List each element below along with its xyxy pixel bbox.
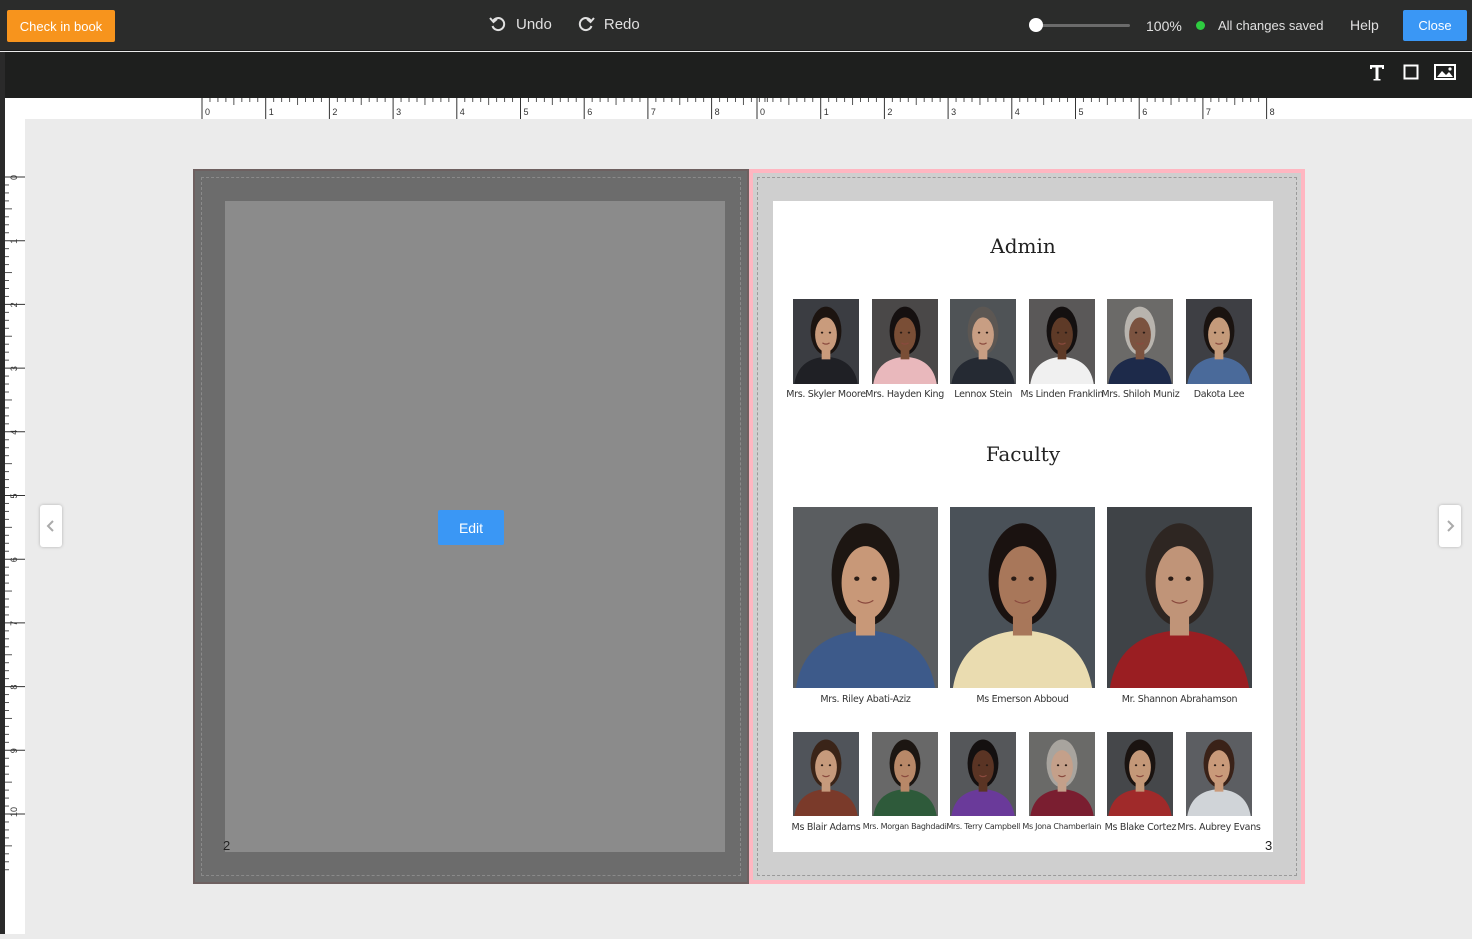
faculty-portrait-photo[interactable] [793, 732, 859, 816]
ruler-label: 1 [824, 107, 829, 117]
ruler-label: 5 [524, 107, 529, 117]
faculty-portrait-caption[interactable]: Ms Blake Cortez [1097, 822, 1183, 833]
ruler-label: 8 [9, 685, 19, 690]
faculty-portrait-photo[interactable] [1107, 507, 1252, 688]
ruler-label: 8 [1270, 107, 1275, 117]
ruler-label: 3 [9, 366, 19, 371]
vertical-ruler: 0 1 2 3 4 5 6 7 8 9 10 [5, 119, 25, 934]
faculty-portrait-photo[interactable] [950, 732, 1017, 816]
ruler-label: 4 [460, 107, 465, 117]
ruler-label: 8 [715, 107, 720, 117]
ruler-label: 3 [951, 107, 956, 117]
right-page-number: 3 [1265, 838, 1273, 853]
ruler-label: 0 [9, 175, 19, 180]
ruler-label: 6 [9, 557, 19, 562]
ruler-label: 7 [651, 107, 656, 117]
admin-portrait-caption[interactable]: Mrs. Hayden King [862, 389, 948, 400]
shape-tool-icon[interactable] [1399, 61, 1423, 83]
ruler-label: 5 [1079, 107, 1084, 117]
chevron-right-icon [1447, 520, 1455, 532]
undo-button[interactable]: Undo [516, 16, 552, 33]
ruler-label: 7 [9, 621, 19, 626]
admin-portrait-caption[interactable]: Mrs. Shiloh Muniz [1097, 389, 1183, 400]
admin-portrait-photo[interactable] [1186, 299, 1252, 384]
faculty-section-title[interactable]: Faculty [773, 442, 1273, 466]
ruler-label: 2 [9, 302, 19, 307]
faculty-portrait-photo[interactable] [1028, 732, 1095, 816]
redo-button[interactable]: Redo [604, 16, 640, 33]
admin-portrait-photo[interactable] [871, 299, 938, 384]
ruler-label: 4 [9, 430, 19, 435]
text-tool-icon[interactable] [1365, 61, 1389, 83]
ruler-label: 7 [1206, 107, 1211, 117]
horizontal-ruler: 0 1 2 3 4 5 6 7 8 0 1 2 3 4 5 6 7 8 [5, 98, 1472, 119]
admin-section-title[interactable]: Admin [773, 234, 1273, 258]
admin-portrait-photo[interactable] [793, 299, 859, 384]
horizontal-ruler-ticks: 0 1 2 3 4 5 6 7 8 0 1 2 3 4 5 6 7 8 [201, 98, 1275, 119]
zoom-slider-handle[interactable] [1029, 18, 1043, 32]
redo-icon[interactable] [576, 14, 596, 34]
ruler-label: 1 [9, 239, 19, 244]
ruler-label: 5 [9, 493, 19, 498]
ruler-label: 10 [9, 807, 19, 817]
ruler-label: 2 [887, 107, 892, 117]
faculty-portrait-caption[interactable]: Ms Emerson Abboud [940, 694, 1105, 705]
faculty-portrait-caption[interactable]: Ms Jona Chamberlain [1019, 822, 1105, 831]
faculty-portrait-photo[interactable] [1186, 732, 1252, 816]
previous-spread-button[interactable] [40, 505, 62, 547]
tool-bar [0, 52, 1472, 98]
ruler-label: 9 [9, 748, 19, 753]
zoom-level: 100% [1146, 18, 1182, 34]
faculty-portrait-caption[interactable]: Mr. Shannon Abrahamson [1097, 694, 1262, 705]
faculty-portrait-photo[interactable] [950, 507, 1095, 688]
check-in-book-button[interactable]: Check in book [7, 10, 115, 42]
vertical-ruler-ticks: 0 1 2 3 4 5 6 7 8 9 10 [5, 175, 25, 871]
ruler-label: 0 [205, 107, 210, 117]
close-button[interactable]: Close [1403, 10, 1467, 41]
edit-page-button[interactable]: Edit [438, 510, 504, 545]
faculty-portrait-caption[interactable]: Mrs. Morgan Baghdadi [862, 822, 948, 831]
undo-icon[interactable] [488, 14, 508, 34]
admin-portrait-caption[interactable]: Ms Linden Franklin [1019, 389, 1105, 400]
ruler-label: 6 [587, 107, 592, 117]
faculty-portrait-photo[interactable] [793, 507, 938, 688]
ruler-label: 0 [760, 107, 765, 117]
admin-portrait-caption[interactable]: Dakota Lee [1176, 389, 1262, 400]
undo-redo-group: Undo Redo [488, 14, 640, 34]
admin-portrait-photo[interactable] [1028, 299, 1095, 384]
ruler-label: 2 [332, 107, 337, 117]
ruler-label: 4 [1015, 107, 1020, 117]
help-link[interactable]: Help [1350, 17, 1379, 33]
image-tool-icon[interactable] [1433, 61, 1457, 83]
faculty-portrait-caption[interactable]: Mrs. Aubrey Evans [1176, 822, 1262, 833]
faculty-portrait-caption[interactable]: Ms Blair Adams [783, 822, 869, 833]
faculty-portrait-photo[interactable] [871, 732, 938, 816]
next-spread-button[interactable] [1439, 505, 1461, 547]
ruler-label: 6 [1142, 107, 1147, 117]
admin-portrait-photo[interactable] [1107, 299, 1174, 384]
faculty-portrait-photo[interactable] [1107, 732, 1174, 816]
zoom-slider[interactable] [1030, 24, 1130, 27]
save-status-icon [1196, 21, 1205, 30]
admin-portrait-photo[interactable] [950, 299, 1017, 384]
chevron-left-icon [46, 520, 54, 532]
admin-portrait-caption[interactable]: Lennox Stein [940, 389, 1026, 400]
faculty-portrait-caption[interactable]: Mrs. Terry Campbell [940, 822, 1026, 831]
faculty-portrait-caption[interactable]: Mrs. Riley Abati-Aziz [783, 694, 948, 705]
save-status: All changes saved [1218, 18, 1324, 33]
ruler-label: 3 [396, 107, 401, 117]
ruler-label: 1 [269, 107, 274, 117]
top-bar: Check in book Undo Redo 100% All changes… [0, 0, 1472, 51]
left-page-number: 2 [223, 838, 231, 853]
admin-portrait-caption[interactable]: Mrs. Skyler Moore [783, 389, 869, 400]
